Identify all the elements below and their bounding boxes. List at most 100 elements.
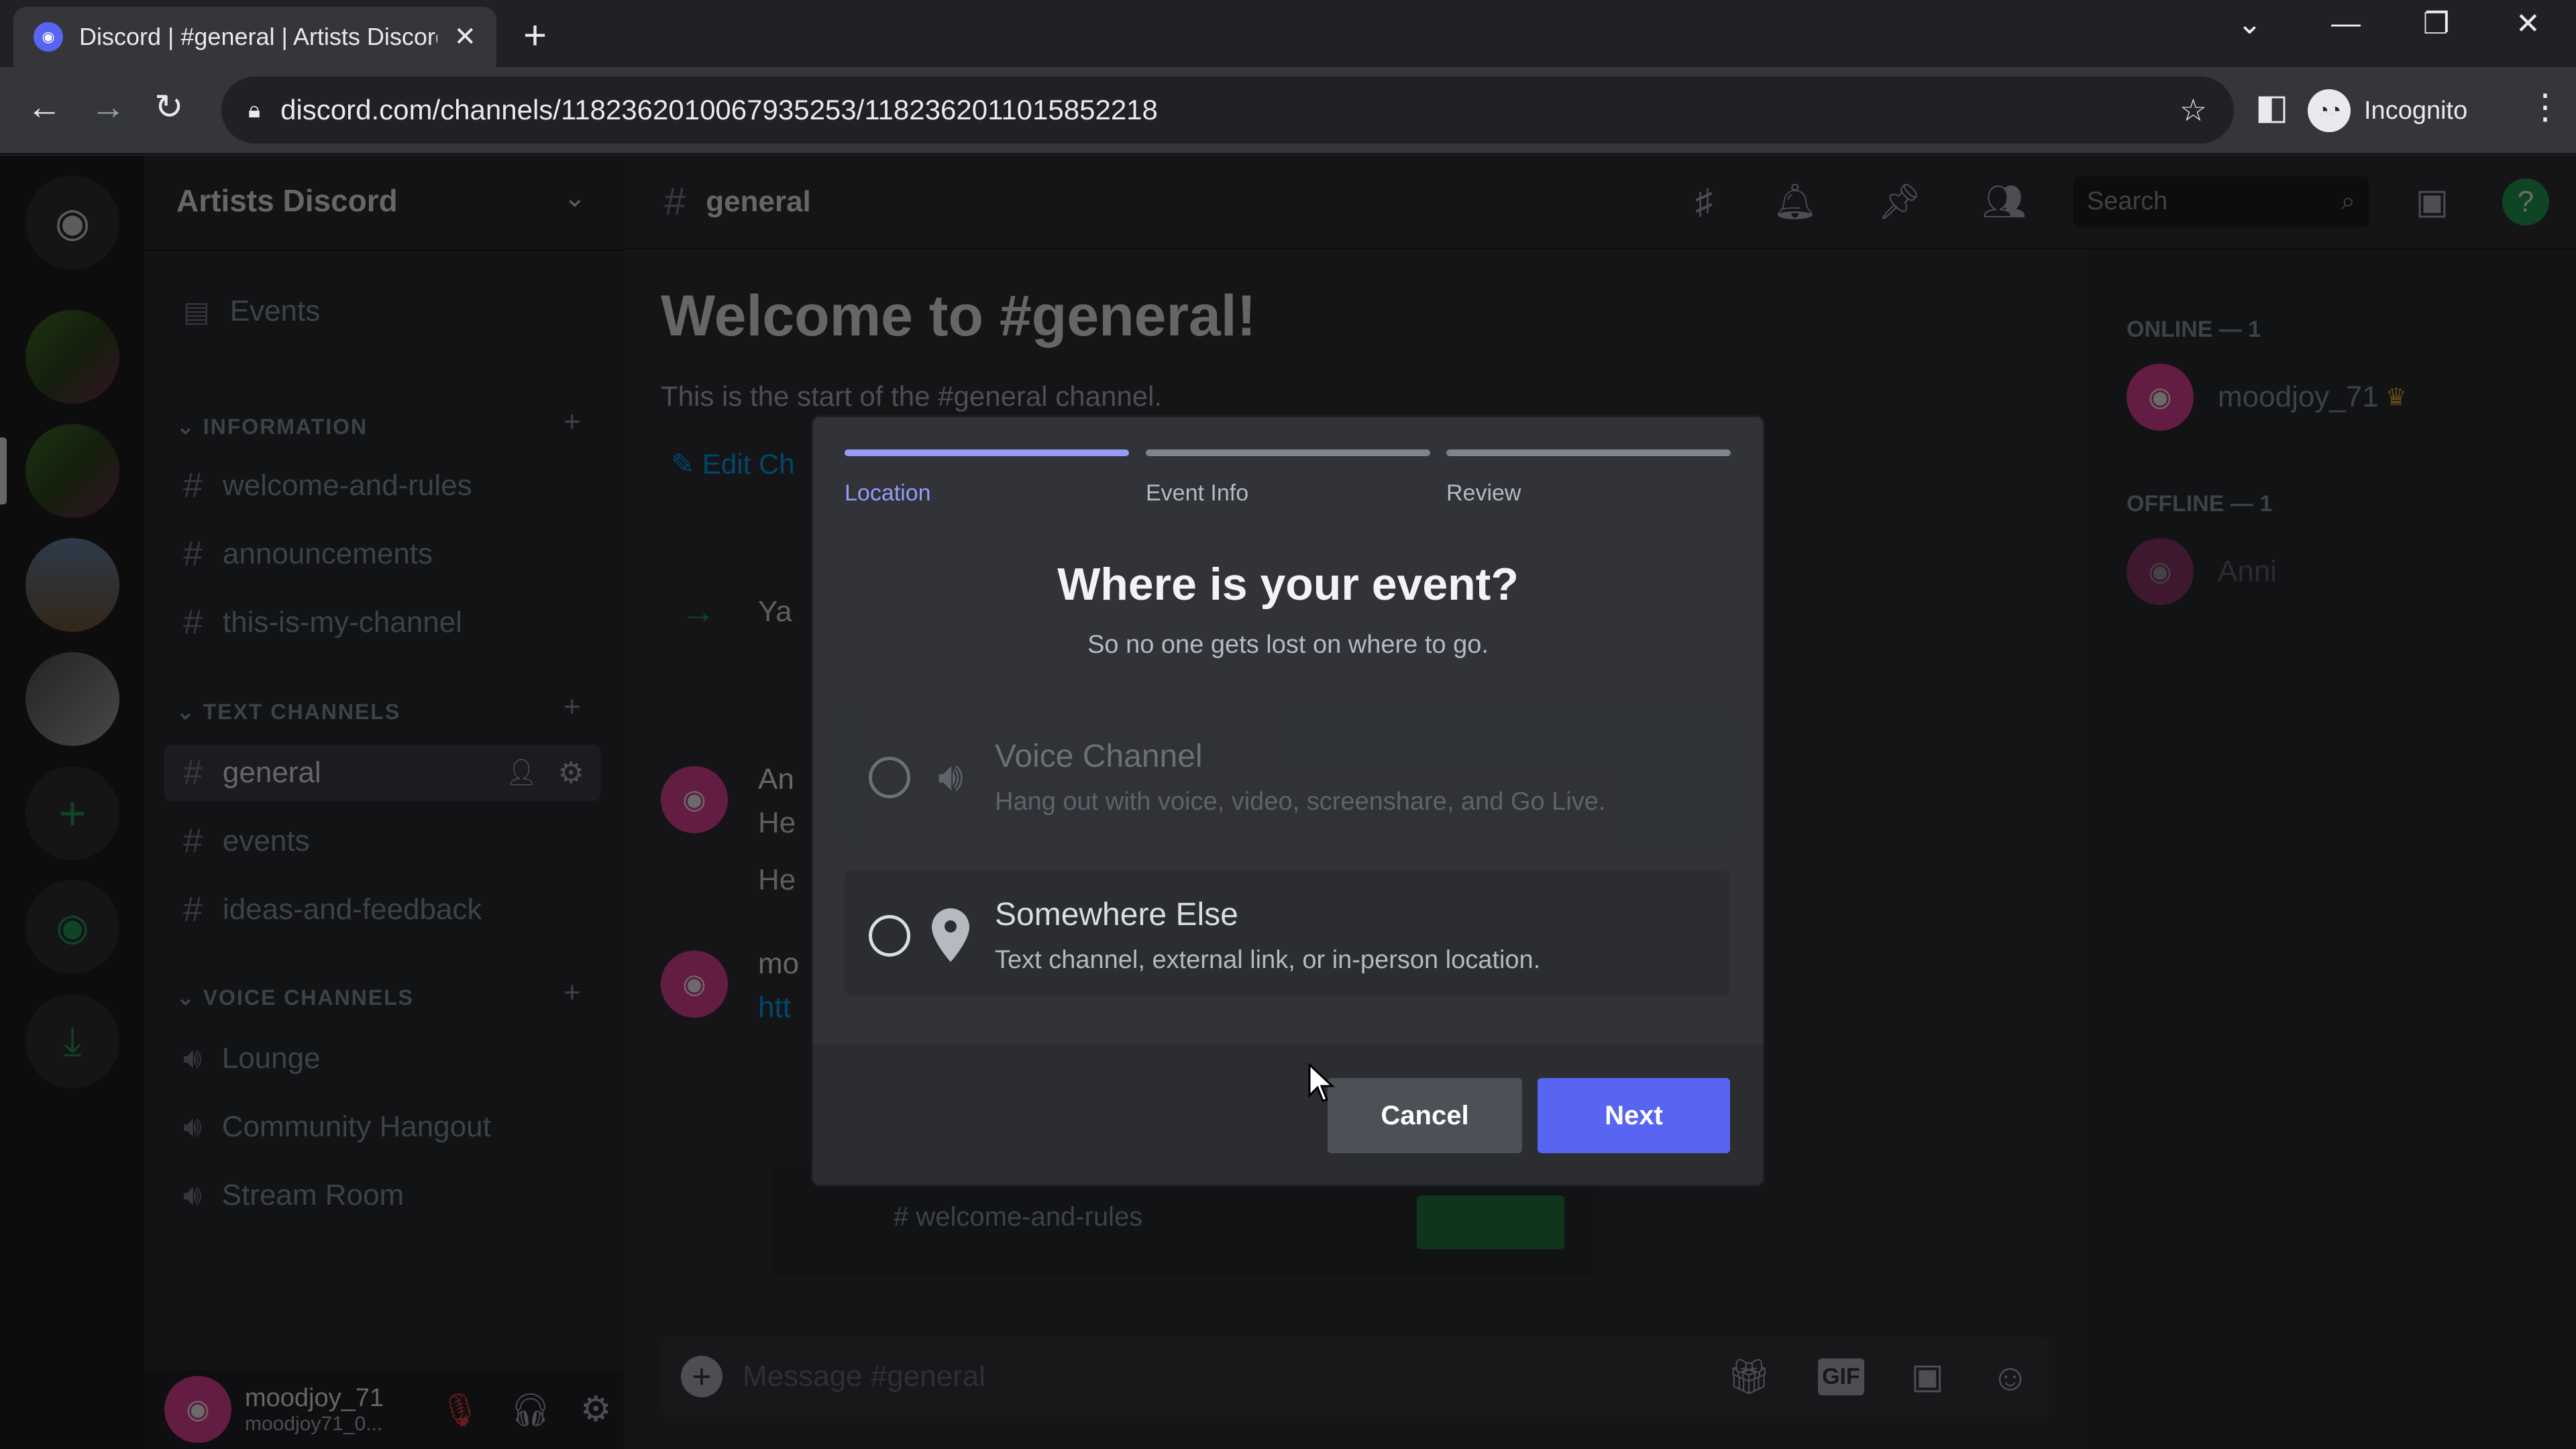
- add-channel-icon[interactable]: +: [564, 976, 581, 1010]
- inbox-icon[interactable]: ▣: [2416, 182, 2449, 222]
- channel-label: this-is-my-channel: [222, 606, 462, 639]
- channel-title: general: [706, 184, 811, 218]
- radio-button[interactable]: [869, 915, 910, 957]
- gear-icon[interactable]: ⚙: [558, 756, 584, 790]
- gift-icon[interactable]: 🎁︎: [1727, 1356, 1771, 1397]
- bookmark-star-icon[interactable]: ☆: [2180, 92, 2207, 128]
- embed-channel-label: welcome-and-rules: [916, 1202, 1143, 1232]
- help-icon[interactable]: ?: [2502, 178, 2549, 225]
- avatar[interactable]: ◉: [164, 1376, 231, 1443]
- sticker-icon[interactable]: ▣: [1911, 1356, 1944, 1397]
- message-input[interactable]: + Message #general 🎁︎ GIF ▣ ☺: [661, 1336, 2049, 1417]
- member-name: moodjoy_71: [2218, 380, 2379, 413]
- channel-general[interactable]: # general 👤︎ ⚙: [164, 745, 600, 801]
- headphones-icon[interactable]: 🎧︎: [510, 1391, 551, 1429]
- calendar-icon: ▤: [183, 295, 210, 327]
- step-event-info: Event Info: [1146, 449, 1430, 506]
- step-label: Review: [1446, 480, 1521, 506]
- tab-search-icon[interactable]: ⌄: [2237, 7, 2262, 41]
- close-window-icon[interactable]: ✕: [2516, 7, 2540, 41]
- add-server-icon[interactable]: +: [25, 766, 119, 860]
- search-icon: ⌕: [2341, 187, 2355, 215]
- url-text: discord.com/channels/1182362010067935253…: [280, 94, 1158, 125]
- option-title: Somewhere Else: [995, 897, 1238, 932]
- pin-icon[interactable]: 📌︎: [1878, 181, 1922, 222]
- member-list: ONLINE — 1 ◉ moodjoy_71 ♛ OFFLINE — 1 ◉ Ann…: [2086, 250, 2576, 1449]
- message-author[interactable]: An: [758, 763, 794, 796]
- invite-icon[interactable]: 👤︎: [505, 758, 537, 788]
- server-name[interactable]: Artists Discord: [176, 182, 398, 219]
- channel-label: events: [222, 824, 310, 857]
- members-icon[interactable]: 👥︎: [1982, 181, 2027, 222]
- emoji-icon[interactable]: ☺: [1991, 1355, 2029, 1399]
- mute-mic-icon[interactable]: 🎙︎: [439, 1391, 480, 1429]
- side-panel-icon[interactable]: ◧: [2255, 87, 2288, 127]
- message-text: He: [758, 806, 796, 839]
- next-button[interactable]: Next: [1538, 1078, 1730, 1153]
- channel-label: general: [222, 756, 321, 789]
- radio-button[interactable]: [869, 757, 910, 798]
- category-text-channels[interactable]: ⌄ TEXT CHANNELS: [176, 699, 400, 724]
- channel-ideas-and-feedback[interactable]: # ideas-and-feedback: [164, 881, 600, 938]
- incognito-profile[interactable]: ◔◔ Incognito: [2308, 82, 2467, 140]
- minimize-icon[interactable]: —: [2331, 7, 2361, 40]
- close-tab-icon[interactable]: ✕: [453, 21, 476, 52]
- cancel-button[interactable]: Cancel: [1328, 1078, 1522, 1153]
- hash-icon: #: [183, 822, 203, 861]
- search-input[interactable]: Search ⌕: [2073, 176, 2369, 227]
- threads-icon[interactable]: ♯: [1695, 182, 1713, 222]
- option-description: Text channel, external link, or in-perso…: [995, 946, 1541, 974]
- crown-icon: ♛: [2385, 383, 2408, 411]
- avatar: ◉: [2127, 538, 2194, 605]
- user-settings-gear-icon[interactable]: ⚙: [580, 1389, 612, 1430]
- voice-channel-community-hangout[interactable]: 🔊︎ Community Hangout: [164, 1099, 600, 1155]
- server-icon-active[interactable]: [25, 424, 119, 518]
- lock-icon[interactable]: 🔒︎: [248, 97, 260, 123]
- location-pin-icon: [930, 908, 971, 962]
- welcome-subtitle: This is the start of the #general channe…: [661, 380, 1163, 412]
- restore-icon[interactable]: ❐: [2423, 7, 2449, 41]
- speaker-icon: 🔊︎: [183, 1042, 202, 1075]
- channel-sidebar: Artists Discord ⌄ ▤ Events ⌄ INFORMATION …: [144, 156, 624, 1449]
- bell-icon[interactable]: 🔔︎: [1773, 181, 1817, 222]
- server-icon[interactable]: [25, 538, 119, 632]
- back-icon[interactable]: ←: [27, 87, 62, 127]
- reload-icon[interactable]: ↻: [154, 87, 184, 127]
- member-item[interactable]: ◉ Anni: [2127, 538, 2277, 605]
- message-avatar[interactable]: ◉: [661, 951, 728, 1018]
- category-voice-channels[interactable]: ⌄ VOICE CHANNELS: [176, 985, 414, 1010]
- upload-plus-icon[interactable]: +: [681, 1356, 722, 1397]
- gif-icon[interactable]: GIF: [1818, 1358, 1864, 1395]
- forward-icon[interactable]: →: [91, 87, 125, 127]
- option-somewhere-else[interactable]: Somewhere Else Text channel, external li…: [845, 871, 1730, 996]
- channel-header: # general ♯ 🔔︎ 📌︎ 👥︎ Search ⌕ ▣ ?: [624, 156, 2576, 250]
- events-link[interactable]: ▤ Events: [164, 283, 600, 339]
- message-link[interactable]: htt: [758, 991, 791, 1024]
- explore-icon[interactable]: ◉: [25, 880, 119, 974]
- create-event-modal: Location Event Info Review Where is your…: [813, 417, 1763, 1185]
- channel-welcome-and-rules[interactable]: # welcome-and-rules: [164, 458, 600, 514]
- step-label: Location: [845, 480, 931, 506]
- discord-home-icon[interactable]: ◉: [25, 176, 119, 270]
- address-bar[interactable]: 🔒︎ discord.com/channels/1182362010067935…: [221, 76, 2234, 144]
- category-information[interactable]: ⌄ INFORMATION: [176, 414, 368, 439]
- voice-channel-stream-room[interactable]: 🔊︎ Stream Room: [164, 1167, 600, 1224]
- edit-channel-link[interactable]: ✎ Edit Ch: [671, 447, 795, 480]
- channel-announcements[interactable]: # announcements: [164, 526, 600, 582]
- browser-tab[interactable]: ◉ Discord | #general | Artists Discord ✕: [13, 7, 496, 67]
- message-avatar[interactable]: ◉: [661, 766, 728, 833]
- voice-channel-lounge[interactable]: 🔊︎ Lounge: [164, 1030, 600, 1087]
- menu-kebab-icon[interactable]: ⋮: [2528, 87, 2563, 127]
- server-icon[interactable]: [25, 310, 119, 404]
- channel-events[interactable]: # events: [164, 813, 600, 869]
- add-channel-icon[interactable]: +: [564, 405, 581, 439]
- join-button[interactable]: [1417, 1195, 1564, 1249]
- new-tab-icon[interactable]: +: [523, 12, 547, 58]
- option-voice-channel[interactable]: 🔊︎ Voice Channel Hang out with voice, vi…: [845, 712, 1730, 837]
- member-item[interactable]: ◉ moodjoy_71 ♛: [2127, 364, 2407, 431]
- channel-this-is-my-channel[interactable]: # this-is-my-channel: [164, 594, 600, 651]
- chevron-down-icon[interactable]: ⌄: [564, 182, 586, 213]
- add-channel-icon[interactable]: +: [564, 690, 581, 724]
- download-icon[interactable]: ⤓: [25, 994, 119, 1088]
- server-icon[interactable]: [25, 652, 119, 746]
